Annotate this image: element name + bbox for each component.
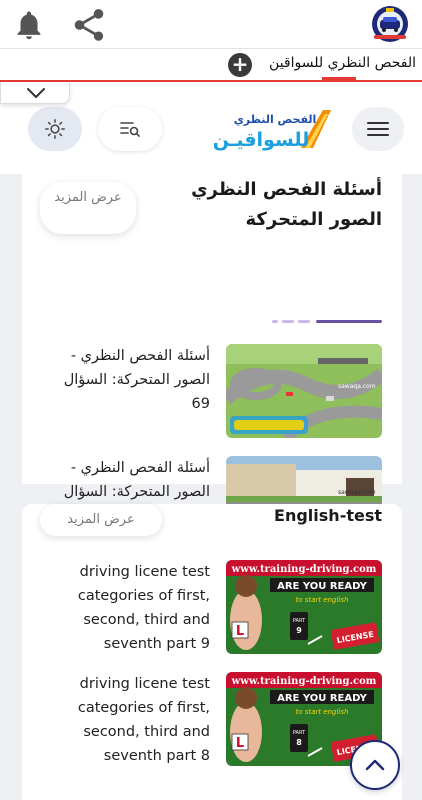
site-logo[interactable]: الفحص النظري للسواقيـن xyxy=(205,102,333,154)
site-header: الفحص النظري للسواقيـن xyxy=(0,82,422,174)
chevron-up-icon xyxy=(365,759,385,771)
video-thumbnail[interactable]: sawaqa.com xyxy=(226,344,382,438)
thumbnail-subtitle: to start english xyxy=(296,596,349,604)
section-title: English-test xyxy=(274,506,382,525)
chevron-down-icon xyxy=(27,88,45,98)
part-label: PART xyxy=(293,618,306,624)
logo-line2: للسواقيـن xyxy=(213,129,309,151)
video-thumbnail[interactable]: www.training-driving.com ARE YOU READY t… xyxy=(226,560,382,654)
bell-icon[interactable] xyxy=(12,8,46,42)
page-content: الفحص النظري للسواقيـن أسئلة الفحص النظر… xyxy=(0,82,422,800)
thumbnail-watermark: sawaqa.com xyxy=(338,489,376,496)
share-icon[interactable] xyxy=(68,6,110,44)
tab-title[interactable]: الفحص النظري للسواقين xyxy=(269,55,416,71)
theme-toggle-button[interactable] xyxy=(28,107,82,151)
section-title: أسئلة الفحص النظري الصور المتحركة xyxy=(191,176,382,234)
part-number: 9 xyxy=(296,626,302,635)
thumbnail-banner: www.training-driving.com xyxy=(231,676,377,687)
section-divider xyxy=(272,320,382,324)
thumbnail-headline: ARE YOU READY xyxy=(277,581,368,592)
part-label: PART xyxy=(293,730,306,736)
view-more-button[interactable]: عرض المزيد xyxy=(40,504,162,536)
search-button[interactable] xyxy=(98,107,162,151)
item-title[interactable]: driving licene test categories of first,… xyxy=(60,672,210,768)
item-title[interactable]: أسئلة الفحص النظري - الصور المتحركة: الس… xyxy=(60,344,210,416)
thumbnail-headline: ARE YOU READY xyxy=(277,693,368,704)
menu-button[interactable] xyxy=(352,107,404,151)
item-title[interactable]: driving licene test categories of first,… xyxy=(60,560,210,656)
app-logo-icon xyxy=(372,6,408,42)
tab-bar: الفحص النظري للسواقين + xyxy=(0,48,422,82)
section-english-test: English-test عرض المزيد www.training-dri… xyxy=(22,504,402,800)
app-bar xyxy=(0,0,422,48)
thumbnail-banner: www.training-driving.com xyxy=(231,564,377,575)
thumbnail-subtitle: to start english xyxy=(296,708,349,716)
section-animated-questions: أسئلة الفحص النظري الصور المتحركة عرض ال… xyxy=(22,174,402,550)
view-more-button[interactable]: عرض المزيد xyxy=(40,182,136,234)
hamburger-icon xyxy=(367,122,389,136)
part-number: 8 xyxy=(296,738,302,747)
scroll-to-top-button[interactable] xyxy=(350,740,400,790)
thumbnail-watermark: sawaqa.com xyxy=(338,383,376,390)
l-plate: L xyxy=(236,736,244,751)
sun-icon xyxy=(45,119,65,139)
l-plate: L xyxy=(236,624,244,639)
logo-line1: الفحص النظري xyxy=(234,113,317,126)
section-title-line1: أسئلة الفحص النظري xyxy=(191,179,382,200)
collapse-toggle[interactable] xyxy=(0,82,70,104)
search-list-icon xyxy=(120,122,140,137)
add-tab-button[interactable]: + xyxy=(228,53,252,77)
section-title-line2: الصور المتحركة xyxy=(245,209,382,230)
